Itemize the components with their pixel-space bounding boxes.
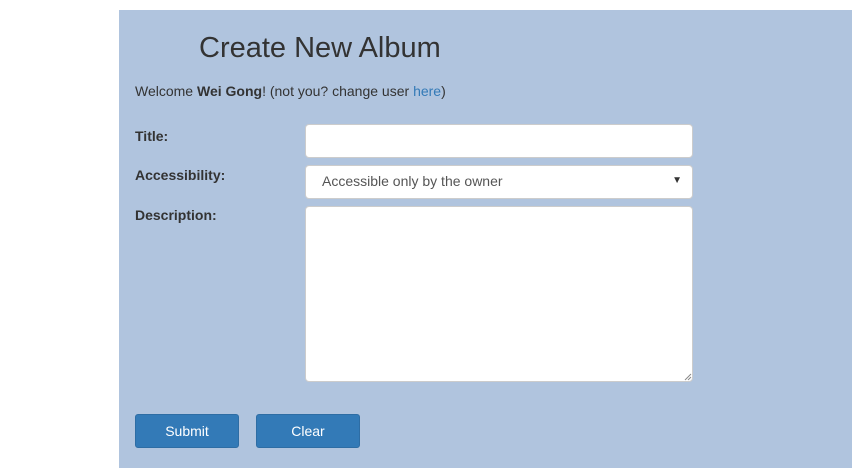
chevron-down-icon: ▼	[672, 175, 682, 186]
page-title: Create New Album	[199, 32, 441, 64]
change-user-link[interactable]: here	[413, 83, 441, 99]
album-form-panel: Create New Album Welcome Wei Gong! (not …	[119, 10, 852, 468]
submit-button[interactable]: Submit	[135, 414, 239, 448]
accessibility-select[interactable]: Accessible only by the owner ▼	[305, 165, 693, 199]
accessibility-selected-value: Accessible only by the owner	[322, 173, 503, 189]
clear-button[interactable]: Clear	[256, 414, 360, 448]
description-textarea[interactable]	[305, 206, 693, 382]
welcome-message: Welcome Wei Gong! (not you? change user …	[135, 83, 446, 99]
title-label: Title:	[135, 128, 169, 144]
welcome-prefix: Welcome	[135, 83, 197, 99]
resize-grip-icon[interactable]	[684, 373, 692, 381]
accessibility-label: Accessibility:	[135, 167, 226, 183]
title-input[interactable]	[305, 124, 693, 158]
welcome-suffix: )	[441, 83, 446, 99]
user-name: Wei Gong	[196, 83, 263, 99]
welcome-middle: ! (not you? change user	[262, 83, 414, 99]
description-label: Description:	[135, 207, 217, 223]
